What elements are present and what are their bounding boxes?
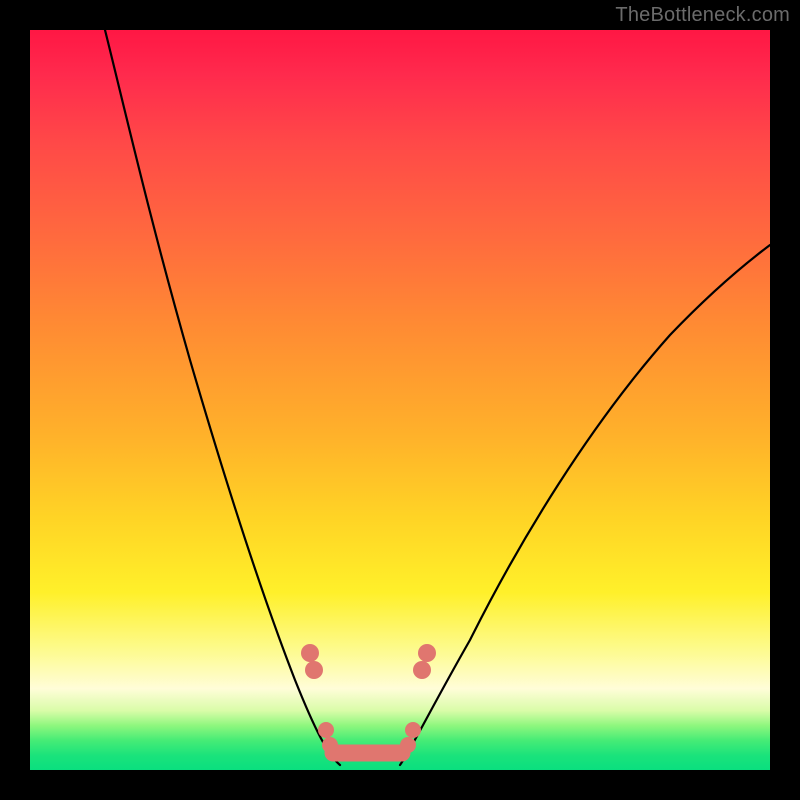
- curves-layer: [30, 30, 770, 770]
- marker-dot: [301, 644, 319, 662]
- right-curve: [400, 245, 770, 765]
- marker-dot: [305, 661, 323, 679]
- watermark-text: TheBottleneck.com: [615, 4, 790, 27]
- marker-dot: [418, 644, 436, 662]
- marker-dot: [413, 661, 431, 679]
- plot-area: [30, 30, 770, 770]
- marker-dot: [400, 737, 416, 753]
- marker-dot: [318, 722, 334, 738]
- marker-dot: [322, 737, 338, 753]
- marker-dot: [405, 722, 421, 738]
- chart-frame: TheBottleneck.com: [0, 0, 800, 800]
